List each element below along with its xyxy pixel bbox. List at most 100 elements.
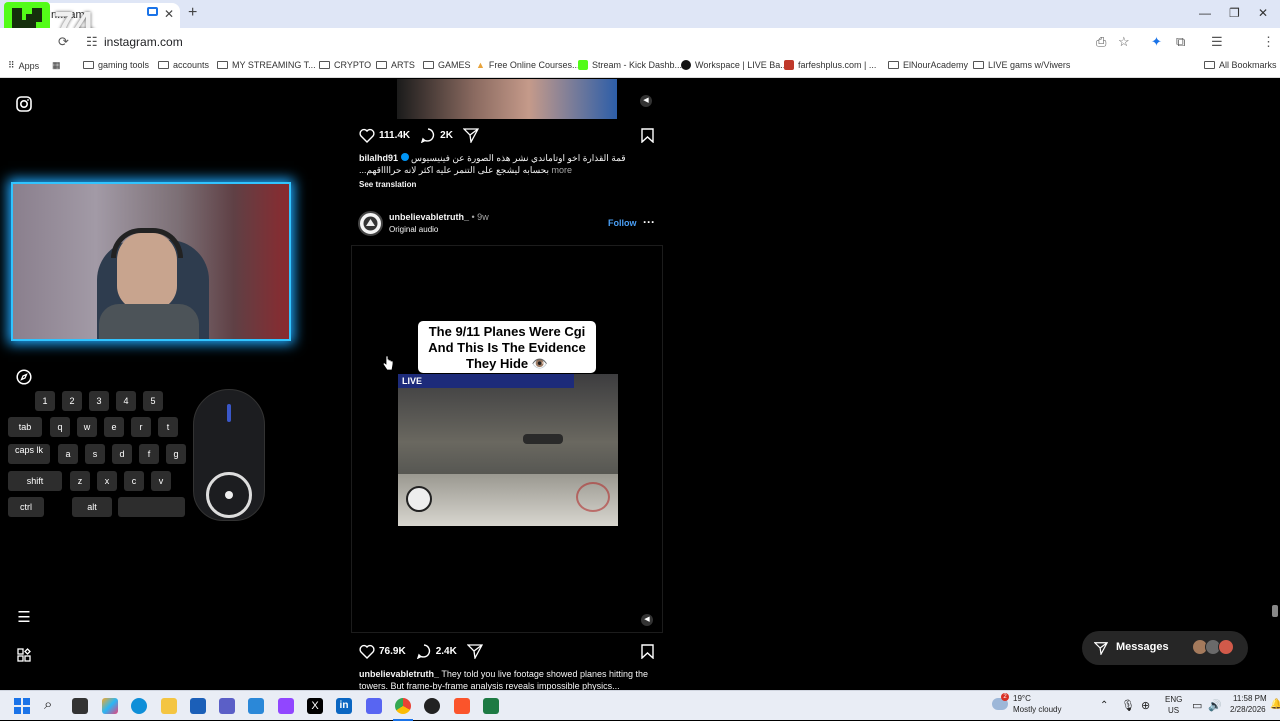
post2-username[interactable]: unbelievabletruth_ xyxy=(389,212,469,222)
key: 4 xyxy=(116,391,136,411)
task-view-icon[interactable] xyxy=(72,698,88,714)
store-icon[interactable] xyxy=(190,698,206,714)
address-bar[interactable]: instagram.com xyxy=(104,35,183,49)
post1-caption: bilalhd91 قمة القذارة اخو اوتاماندي نشر … xyxy=(359,152,639,176)
site-info-icon[interactable]: ☷ xyxy=(86,34,98,50)
post2-caption-user[interactable]: unbelievabletruth_ xyxy=(359,669,439,679)
twitch-icon[interactable] xyxy=(278,698,294,714)
x-app-icon[interactable]: X xyxy=(307,698,323,714)
language-bottom[interactable]: US xyxy=(1168,706,1179,715)
instagram-logo-icon[interactable] xyxy=(15,96,33,114)
post2-avatar[interactable] xyxy=(358,211,383,236)
chrome-icon[interactable] xyxy=(395,698,411,714)
post2-audio[interactable]: Original audio xyxy=(389,225,438,234)
bookmark-folder[interactable]: CRYPTO xyxy=(319,60,371,70)
bookmark-grid-icon[interactable]: ▦ xyxy=(52,60,61,71)
windows-start-icon[interactable] xyxy=(14,698,30,714)
display-icon[interactable]: ▭ xyxy=(1192,699,1202,712)
post1-username[interactable]: bilalhd91 xyxy=(359,153,398,163)
save-icon[interactable] xyxy=(641,644,654,659)
bookmark-folder[interactable]: GAMES xyxy=(423,60,471,70)
bookmark-star-icon[interactable]: ☆ xyxy=(1118,34,1130,50)
post1-caption-text: قمة القذارة اخو اوتاماندي نشر هذه الصورة… xyxy=(359,153,626,175)
clock-time[interactable]: 11:58 PM xyxy=(1233,694,1267,703)
post1-actions: 111.4K 2K xyxy=(359,127,483,143)
message-avatar xyxy=(1218,639,1234,655)
bookmark-link[interactable]: ▲ Free Online Courses... xyxy=(476,60,579,70)
weather-temperature[interactable]: 19°C xyxy=(1013,694,1031,703)
microphone-icon[interactable]: 🎙 xyxy=(1121,699,1135,712)
reload-icon[interactable]: ⟳ xyxy=(58,34,69,50)
linkedin-icon[interactable]: in xyxy=(336,698,352,714)
key: caps lk xyxy=(8,444,50,464)
bookmark-folder[interactable]: ARTS xyxy=(376,60,415,70)
bookmark-folder[interactable]: MY STREAMING T... xyxy=(217,60,316,70)
meta-apps-icon[interactable] xyxy=(15,647,33,665)
extensions-icon[interactable]: ⧉ xyxy=(1176,34,1185,50)
page-scrollbar-thumb[interactable] xyxy=(1272,605,1278,617)
notifications-icon[interactable]: 🔔 xyxy=(1270,699,1280,710)
discord-icon[interactable] xyxy=(366,698,382,714)
bookmark-apps[interactable]: ⠿ Apps xyxy=(8,60,39,71)
new-tab-button[interactable]: + xyxy=(188,4,197,22)
more-menu-icon[interactable]: ☰ xyxy=(15,609,33,627)
bookmark-folder[interactable]: ElNourAcademy xyxy=(888,60,968,70)
menu-dots-icon[interactable]: ⋮ xyxy=(1262,34,1275,50)
like-icon[interactable] xyxy=(359,644,375,659)
explore-icon[interactable] xyxy=(15,369,33,387)
grid-icon: ▦ xyxy=(52,60,61,70)
translate-icon[interactable]: ✦ xyxy=(1151,34,1162,50)
bookmark-folder[interactable]: accounts xyxy=(158,60,209,70)
bookmark-link[interactable]: farfeshplus.com | ... xyxy=(784,60,876,70)
media-playing-icon[interactable] xyxy=(147,7,158,16)
comment-icon[interactable] xyxy=(416,643,432,659)
mute-icon[interactable]: ◀ xyxy=(640,95,652,107)
volume-icon[interactable]: 🔊 xyxy=(1208,699,1222,712)
bookmark-folder[interactable]: gaming tools xyxy=(83,60,149,70)
close-window-icon[interactable]: ✕ xyxy=(1258,6,1268,20)
sheets-icon[interactable] xyxy=(483,698,499,714)
close-tab-icon[interactable]: ✕ xyxy=(164,7,174,21)
bookmark-link[interactable]: Workspace | LIVE Ba... xyxy=(681,60,788,70)
verified-badge-icon xyxy=(400,153,409,161)
edge-icon[interactable] xyxy=(131,698,147,714)
brave-icon[interactable] xyxy=(454,698,470,714)
share-icon[interactable] xyxy=(466,643,483,659)
like-icon[interactable] xyxy=(359,128,375,143)
post2-video[interactable]: The 9/11 Planes Were Cgi And This Is The… xyxy=(351,245,663,633)
search-icon[interactable]: ⌕ xyxy=(44,696,52,713)
minimize-icon[interactable]: — xyxy=(1199,6,1211,20)
post1-media[interactable] xyxy=(397,79,617,119)
bookmark-link[interactable]: Stream - Kick Dashb... xyxy=(578,60,682,70)
messages-label: Messages xyxy=(1116,641,1169,653)
post2-actions: 76.9K 2.4K xyxy=(359,643,487,659)
key: e xyxy=(104,417,124,437)
teams-icon[interactable] xyxy=(219,698,235,714)
outlook-icon[interactable] xyxy=(248,698,264,714)
follow-button[interactable]: Follow xyxy=(608,218,637,228)
restore-icon[interactable]: ❐ xyxy=(1229,6,1240,20)
file-explorer-icon[interactable] xyxy=(161,698,177,714)
post1-more-link[interactable]: more xyxy=(552,165,573,175)
language-top[interactable]: ENG xyxy=(1165,695,1182,704)
obs-icon[interactable] xyxy=(424,698,440,714)
bookmark-folder[interactable]: LIVE gams w/Viwers xyxy=(973,60,1070,70)
post-options-icon[interactable]: ··· xyxy=(643,215,655,229)
weather-description[interactable]: Mostly cloudy xyxy=(1013,705,1061,714)
reading-list-icon[interactable]: ☰ xyxy=(1211,34,1223,50)
key: 5 xyxy=(143,391,163,411)
video-title-card: The 9/11 Planes Were Cgi And This Is The… xyxy=(418,321,596,373)
network-icon[interactable]: ⊕ xyxy=(1141,699,1150,712)
install-app-icon[interactable]: ⎙ xyxy=(1096,34,1106,50)
save-icon[interactable] xyxy=(641,128,654,143)
messages-button[interactable]: Messages xyxy=(1082,631,1248,665)
comment-icon[interactable] xyxy=(420,127,436,143)
clock-date[interactable]: 2/28/2026 xyxy=(1230,705,1266,714)
see-translation-link[interactable]: See translation xyxy=(359,180,416,189)
share-icon[interactable] xyxy=(462,127,479,143)
all-bookmarks[interactable]: All Bookmarks xyxy=(1204,60,1277,70)
copilot-icon[interactable] xyxy=(102,698,118,714)
mute-icon[interactable]: ◀ xyxy=(641,614,653,626)
show-hidden-icons[interactable]: ⌃ xyxy=(1100,700,1108,711)
key: tab xyxy=(8,417,42,437)
